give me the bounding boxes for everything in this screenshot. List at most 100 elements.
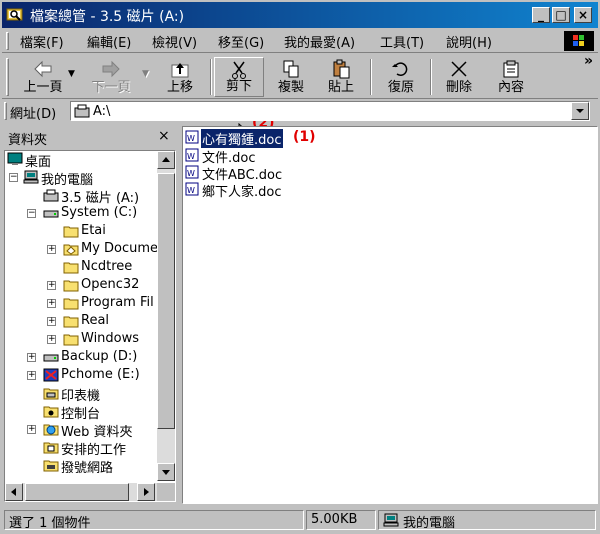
expand-toggle[interactable]: +: [47, 245, 56, 254]
folders-pane: 資料夾 × 桌面 − 我的電腦 3.5 磁片 (A:) − System (C:…: [2, 126, 178, 504]
expand-toggle[interactable]: +: [27, 425, 36, 434]
forward-label: 下一頁: [91, 80, 131, 95]
undo-label: 復原: [387, 80, 414, 95]
cut-label: 剪下: [225, 79, 252, 94]
undo-button[interactable]: 復原: [376, 57, 426, 97]
tree-item-drive-d[interactable]: + Backup (D:): [5, 349, 155, 367]
tree-item-folder[interactable]: + Windows: [5, 331, 157, 349]
maximize-button[interactable]: □: [552, 7, 570, 23]
tree-label: 我的電腦: [41, 173, 94, 188]
windows-flag-icon: [573, 35, 584, 46]
file-item[interactable]: W 心有獨鍾.doc: [183, 128, 383, 149]
tree-item-web-folders[interactable]: + Web 資料夾: [5, 421, 155, 440]
tree-label: Real: [81, 313, 110, 328]
expand-toggle[interactable]: +: [47, 317, 56, 326]
menu-grip: [6, 32, 9, 50]
file-name: 心有獨鍾.doc: [200, 128, 284, 149]
scroll-thumb[interactable]: [25, 483, 129, 501]
tree-item-folder[interactable]: + Program Fil: [5, 295, 157, 313]
tree-label: System (C:): [61, 205, 138, 220]
status-location: 我的電腦: [403, 516, 456, 531]
expand-toggle[interactable]: +: [47, 299, 56, 308]
tree-item-folder[interactable]: + My Docume: [5, 241, 157, 259]
folder-tree[interactable]: 桌面 − 我的電腦 3.5 磁片 (A:) − System (C:) Etai…: [4, 150, 176, 502]
tree-item-desktop[interactable]: 桌面: [5, 151, 155, 170]
paste-button[interactable]: 貼上: [318, 57, 364, 97]
dialup-icon: [43, 460, 59, 472]
folder-icon: [63, 316, 79, 328]
menu-view[interactable]: 檢視(V): [152, 32, 197, 51]
file-item[interactable]: W 文件ABC.doc: [183, 164, 383, 183]
copy-button[interactable]: 複製: [268, 57, 314, 97]
toolbar-grip: [6, 58, 9, 96]
file-item[interactable]: W 鄉下人家.doc: [183, 181, 383, 200]
tree-label: My Docume: [81, 241, 157, 256]
tree-item-drive-c[interactable]: − System (C:): [5, 205, 155, 223]
collapse-toggle[interactable]: −: [27, 209, 36, 218]
menu-tools[interactable]: 工具(T): [380, 32, 424, 51]
collapse-toggle[interactable]: −: [9, 173, 18, 182]
menu-edit[interactable]: 編輯(E): [87, 32, 131, 51]
forward-button[interactable]: 下一頁: [82, 57, 140, 97]
tree-item-floppy[interactable]: 3.5 磁片 (A:): [5, 187, 155, 206]
windows-logo: [564, 31, 594, 51]
status-location-panel: 我的電腦: [378, 510, 596, 531]
back-dropdown-icon[interactable]: ▼: [68, 69, 75, 79]
address-bar: 網址(D) A:\: [2, 99, 598, 123]
tree-item-folder[interactable]: + Real: [5, 313, 157, 331]
tree-item-printers[interactable]: 印表機: [5, 385, 155, 404]
expand-toggle[interactable]: +: [47, 335, 56, 344]
tree-item-dialup[interactable]: 撥號網路: [5, 457, 155, 476]
address-value: A:\: [93, 104, 111, 119]
tree-viewport: 桌面 − 我的電腦 3.5 磁片 (A:) − System (C:) Etai…: [5, 151, 157, 481]
minimize-button[interactable]: _: [532, 7, 550, 23]
tree-item-my-computer[interactable]: − 我的電腦: [5, 169, 155, 188]
toolbar-overflow-chevron[interactable]: »: [584, 53, 593, 69]
tree-item-control-panel[interactable]: 控制台: [5, 403, 155, 422]
svg-text:W: W: [187, 134, 195, 143]
properties-button[interactable]: 內容: [486, 57, 536, 97]
tree-item-folder[interactable]: Etai: [5, 223, 157, 241]
tree-label: Program Fil: [81, 295, 154, 310]
expand-toggle[interactable]: +: [27, 371, 36, 380]
menu-help[interactable]: 說明(H): [446, 32, 492, 51]
svg-text:W: W: [187, 186, 195, 195]
tree-item-drive-e[interactable]: + Pchome (E:): [5, 367, 155, 385]
scroll-corner: [157, 483, 175, 501]
tree-item-folder[interactable]: + Openc32: [5, 277, 157, 295]
word-document-icon: W: [185, 165, 199, 179]
file-item[interactable]: W 文件.doc: [183, 147, 383, 166]
scroll-up-button[interactable]: [157, 151, 175, 169]
expand-toggle[interactable]: +: [47, 281, 56, 290]
folders-header: 資料夾 ×: [2, 126, 178, 148]
control-panel-icon: [43, 406, 59, 418]
scroll-down-button[interactable]: [157, 463, 175, 481]
close-button[interactable]: ×: [574, 7, 592, 23]
tree-horizontal-scrollbar[interactable]: [5, 483, 175, 501]
tree-item-scheduled-tasks[interactable]: 安排的工作: [5, 439, 155, 458]
up-button[interactable]: 上移: [154, 57, 206, 97]
address-grip: [4, 102, 7, 120]
scroll-thumb[interactable]: [157, 173, 175, 429]
menu-go[interactable]: 移至(G): [218, 32, 264, 51]
expand-toggle[interactable]: +: [27, 353, 36, 362]
computer-icon: [383, 513, 399, 527]
standard-toolbar: 上一頁 ▼ 下一頁 ▼ 上移 剪下 (2) 複製 貼上 復原 刪除 內容 »: [2, 53, 598, 139]
folders-close-button[interactable]: ×: [158, 128, 170, 144]
printer-folder-icon: [43, 388, 59, 400]
toolbar-separator: [430, 59, 432, 95]
file-list[interactable]: W 心有獨鍾.doc (1) W 文件.doc W 文件ABC.doc W 鄉下…: [182, 126, 598, 504]
forward-dropdown-icon[interactable]: ▼: [142, 69, 149, 79]
cut-button[interactable]: 剪下: [214, 57, 264, 97]
scroll-right-button[interactable]: [137, 483, 155, 501]
menu-favorites[interactable]: 我的最愛(A): [284, 32, 355, 51]
tree-item-folder[interactable]: Ncdtree: [5, 259, 157, 277]
menu-file[interactable]: 檔案(F): [20, 32, 64, 51]
title-bar[interactable]: 檔案總管 - 3.5 磁片 (A:) _ □ ×: [2, 2, 598, 28]
address-input[interactable]: A:\: [70, 101, 590, 121]
scroll-left-button[interactable]: [5, 483, 23, 501]
back-button[interactable]: 上一頁: [14, 57, 72, 97]
delete-button[interactable]: 刪除: [434, 57, 484, 97]
tree-vertical-scrollbar[interactable]: [157, 151, 175, 481]
address-dropdown-button[interactable]: [571, 102, 589, 120]
